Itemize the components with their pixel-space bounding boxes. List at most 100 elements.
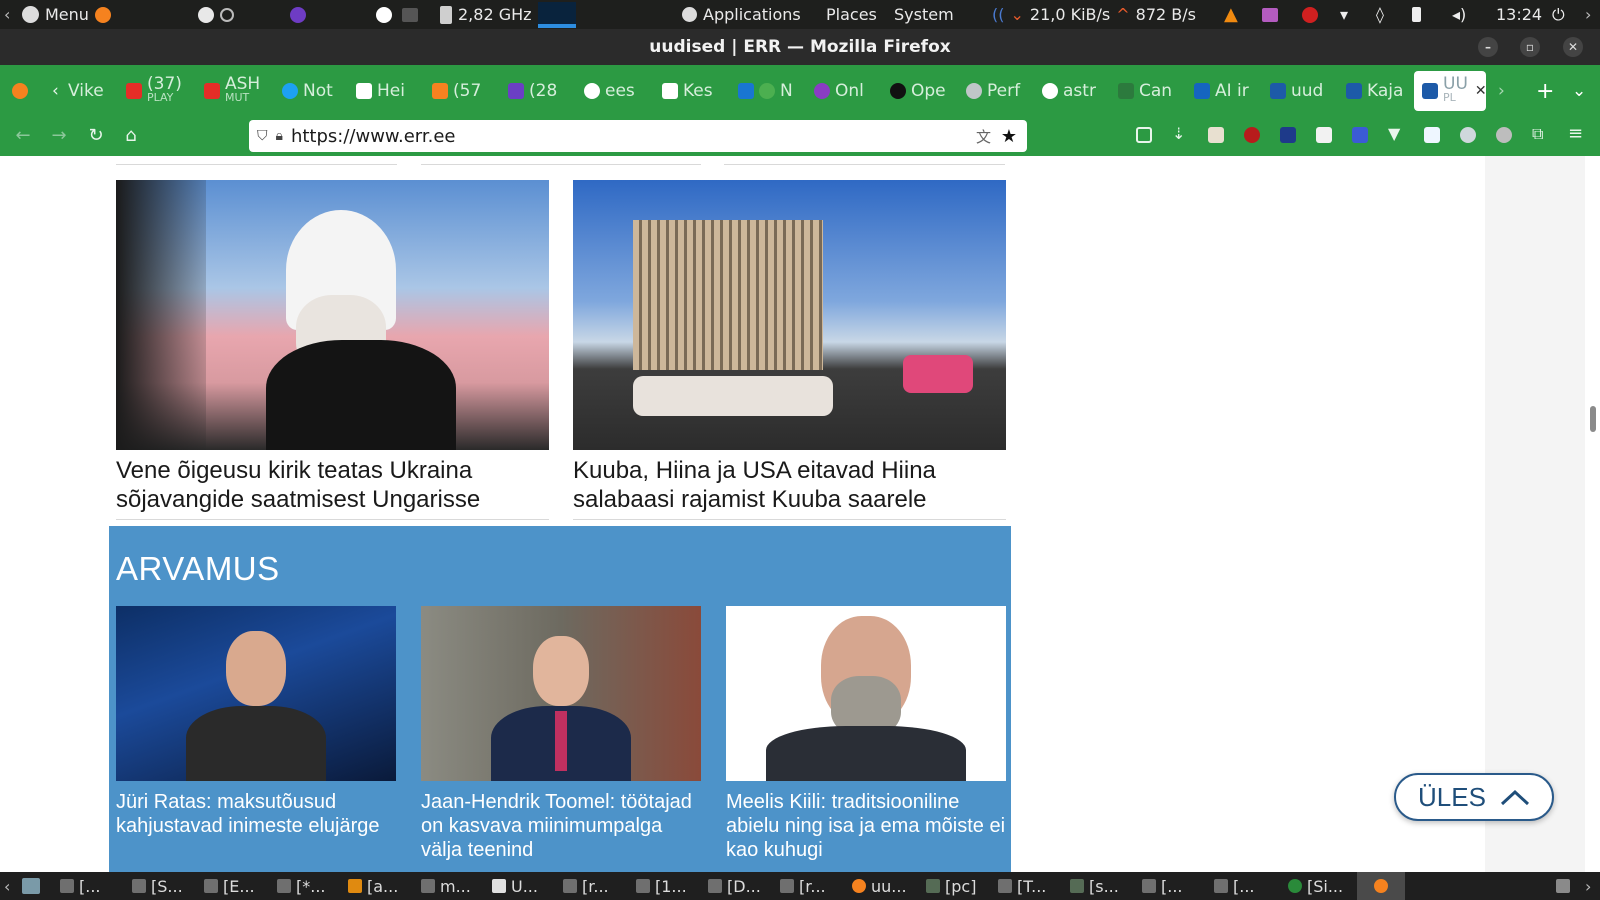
accessibility-icon[interactable] (198, 6, 214, 23)
taskbar-item[interactable]: [D... (708, 872, 761, 900)
opinion-photo[interactable] (421, 606, 701, 781)
translate-icon[interactable]: 文 (976, 126, 991, 147)
tab-item-active[interactable]: UU PL ✕ (1414, 71, 1486, 111)
taskbar-item[interactable]: [1... (636, 872, 687, 900)
taskbar-item-active[interactable] (1357, 872, 1405, 900)
forward-arrow-icon[interactable]: → (46, 123, 72, 149)
taskbar-item[interactable]: U... (492, 872, 538, 900)
firefox-launcher-icon[interactable] (94, 6, 111, 23)
reload-icon[interactable]: ↻ (83, 123, 109, 149)
wifi-icon[interactable]: ▾ (1340, 0, 1348, 29)
article-photo[interactable] (573, 180, 1006, 450)
tab-item[interactable]: uud (1270, 75, 1326, 107)
taskbar-item[interactable]: [... (1214, 872, 1255, 900)
url-text[interactable]: https://www.err.ee (291, 126, 456, 147)
applications-menu[interactable]: Applications (682, 0, 801, 29)
downloads-icon[interactable]: ⇣ (1172, 124, 1188, 143)
menu-button[interactable]: Menu (22, 0, 111, 29)
tab-item[interactable]: Can (1118, 75, 1174, 107)
taskbar-item[interactable]: uu... (852, 872, 907, 900)
tab-item[interactable]: Kes (662, 75, 718, 107)
taskbar-item[interactable]: [T... (998, 872, 1046, 900)
show-desktop-button[interactable] (22, 872, 40, 900)
opinion-headline[interactable]: Jüri Ratas: maksutõusud kahjustavad inim… (116, 790, 396, 838)
opera-icon[interactable] (376, 6, 392, 23)
tab-scroll-left-icon[interactable]: ‹ (52, 75, 59, 107)
tab-item[interactable]: astr (1042, 75, 1098, 107)
tab-item[interactable]: ASH MUT (204, 75, 260, 107)
opinion-headline[interactable]: Meelis Kiili: traditsiooniline abielu ni… (726, 790, 1006, 862)
tab-item[interactable]: AI ir (1194, 75, 1252, 107)
volume-icon[interactable]: ◂) (1452, 0, 1466, 29)
gear-icon[interactable] (220, 7, 234, 22)
calendar-icon[interactable] (1316, 127, 1332, 143)
globe-icon[interactable] (1460, 127, 1476, 143)
battery-icon[interactable] (1412, 7, 1421, 22)
notifications-icon[interactable]: ◊ (1376, 0, 1384, 29)
tor-icon[interactable] (290, 6, 306, 23)
tab-item[interactable]: Hei (356, 75, 412, 107)
taskbar-item[interactable]: [r... (780, 872, 826, 900)
article-headline[interactable]: Kuuba, Hiina ja USA eitavad Hiina salaba… (573, 456, 1013, 514)
taskbar-item[interactable]: [pc] (926, 872, 976, 900)
hamburger-menu-icon[interactable]: ≡ (1568, 123, 1584, 144)
taskbar-item[interactable]: [... (1142, 872, 1183, 900)
tab-item[interactable]: N (738, 75, 794, 107)
opinion-photo[interactable] (116, 606, 396, 781)
pocket-icon[interactable] (1136, 127, 1152, 143)
link-icon[interactable] (1352, 127, 1368, 143)
article-headline[interactable]: Vene õigeusu kirik teatas Ukraina sõjava… (116, 456, 556, 514)
firefox-view-icon[interactable] (12, 83, 28, 99)
panel-scroll-right-icon[interactable]: › (1585, 0, 1591, 29)
id-icon[interactable] (1424, 127, 1440, 143)
cloud-sync-icon[interactable] (1496, 127, 1512, 143)
scrollbar-thumb[interactable] (1590, 406, 1596, 432)
tab-item[interactable]: ees (584, 75, 640, 107)
places-menu[interactable]: Places (826, 0, 877, 29)
close-tab-icon[interactable]: ✕ (1475, 83, 1486, 99)
taskbar-item[interactable]: [Si... (1288, 872, 1343, 900)
tab-item[interactable]: (37) PLAY (126, 75, 184, 107)
close-window-button[interactable]: ✕ (1563, 37, 1583, 57)
minimize-button[interactable]: – (1478, 37, 1498, 57)
tab-item[interactable]: Onl (814, 75, 870, 107)
taskbar-item[interactable]: m... (421, 872, 471, 900)
back-to-top-button[interactable]: ÜLES (1394, 773, 1554, 821)
section-title[interactable]: ARVAMUS (116, 550, 280, 588)
taskbar-item[interactable]: [E... (204, 872, 255, 900)
taskbar-item[interactable]: [*... (277, 872, 326, 900)
ublock-icon[interactable] (1244, 127, 1260, 143)
power-icon[interactable]: ⏻ (1552, 0, 1565, 29)
extension-icon[interactable] (1208, 127, 1224, 143)
tab-item[interactable]: Vike (68, 75, 114, 107)
shield-icon[interactable]: ⛉ (257, 128, 268, 144)
trash-icon[interactable] (1556, 872, 1570, 900)
home-icon[interactable]: ⌂ (118, 123, 144, 149)
extension-badge-icon[interactable] (1280, 127, 1296, 143)
tab-item[interactable]: Kaja (1346, 75, 1404, 107)
url-bar[interactable]: ⛉ 🔒︎ https://www.err.ee 文 ★ (249, 120, 1027, 152)
bookmark-star-icon[interactable]: ★ (1001, 126, 1017, 147)
taskbar-item[interactable]: [S... (132, 872, 183, 900)
vlc-icon[interactable]: ▲ (1224, 4, 1238, 25)
panel-scroll-left-icon[interactable]: ‹ (4, 0, 10, 29)
window-titlebar[interactable]: uudised | ERR — Mozilla Firefox – ▫ ✕ (0, 29, 1600, 65)
opinion-headline[interactable]: Jaan-Hendrik Toomel: töötajad on kasvava… (421, 790, 701, 872)
filter-icon[interactable]: ▼ (1388, 124, 1404, 143)
maximize-button[interactable]: ▫ (1520, 37, 1540, 57)
audio-recorder-icon[interactable] (1262, 7, 1278, 22)
tab-item[interactable]: Not (282, 75, 338, 107)
taskbar-item[interactable]: [s... (1070, 872, 1119, 900)
taskbar-item[interactable]: [r... (563, 872, 609, 900)
taskbar-item[interactable]: [... (60, 872, 101, 900)
opinion-photo[interactable] (726, 606, 1006, 781)
taskbar-scroll-right-icon[interactable]: › (1585, 872, 1591, 900)
taskbar-item[interactable]: [a... (348, 872, 398, 900)
article-photo[interactable] (116, 180, 549, 450)
taskbar-scroll-left-icon[interactable]: ‹ (4, 872, 10, 900)
system-menu[interactable]: System (894, 0, 954, 29)
lock-icon[interactable]: 🔒︎ (276, 128, 283, 144)
extensions-puzzle-icon[interactable]: ⧉ (1532, 124, 1548, 143)
new-tab-icon[interactable]: + (1536, 75, 1554, 107)
record-icon[interactable] (1302, 6, 1318, 23)
